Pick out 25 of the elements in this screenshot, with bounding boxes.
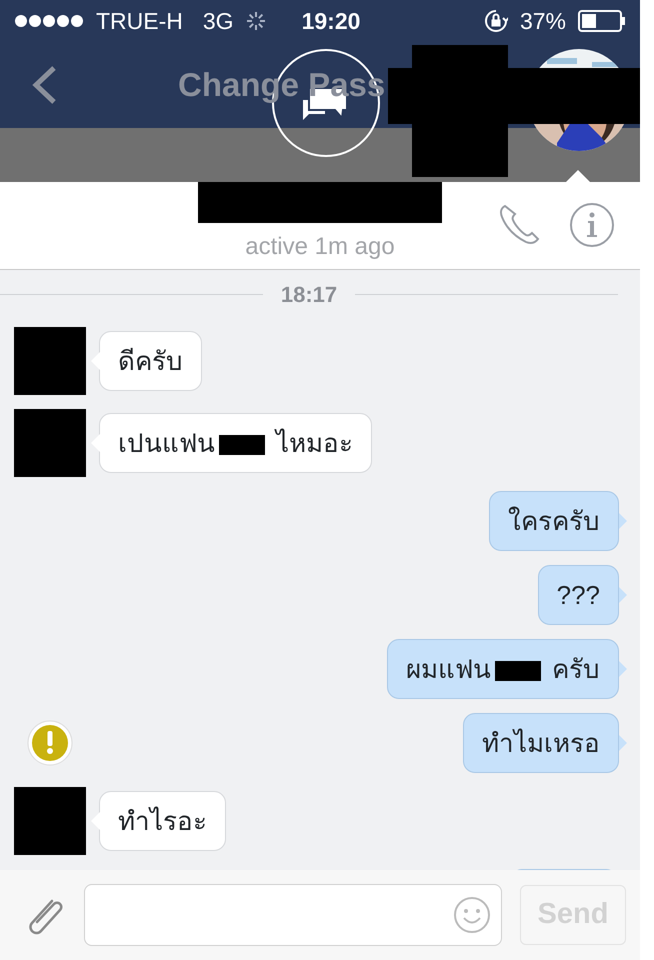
back-icon[interactable] (30, 65, 58, 105)
message-bubble: ดีครับ (99, 331, 202, 391)
carrier-name: TRUE-H (96, 6, 183, 36)
bubble-tail (618, 660, 627, 678)
signal-icon (14, 13, 84, 29)
message-bubble: ??? (538, 565, 619, 625)
clock-time: 19:20 (302, 6, 360, 36)
spinner-icon (246, 11, 266, 31)
network-type: 3G (202, 6, 234, 36)
rotation-lock-icon (484, 9, 508, 33)
message-bubble: ผมแฟน ครับ (386, 639, 619, 699)
message-bubble: ใครครับ (489, 491, 619, 551)
info-icon[interactable] (569, 202, 615, 248)
time-divider: 18:17 (280, 281, 338, 309)
message-bubble: เปนแฟน ไหมอะ (99, 413, 372, 473)
bubble-tail (618, 734, 627, 752)
message-input[interactable] (84, 884, 502, 946)
emoji-icon[interactable] (453, 896, 491, 934)
activity-status: active 1m ago (245, 232, 395, 262)
bubble-tail (618, 586, 627, 604)
message-bubble: ทำไรอะ (99, 791, 226, 851)
battery-percent: 37% (520, 6, 566, 36)
bubble-tail (618, 512, 627, 530)
battery-icon (578, 10, 626, 32)
message-bubble: ทำไมเหรอ (463, 713, 619, 773)
